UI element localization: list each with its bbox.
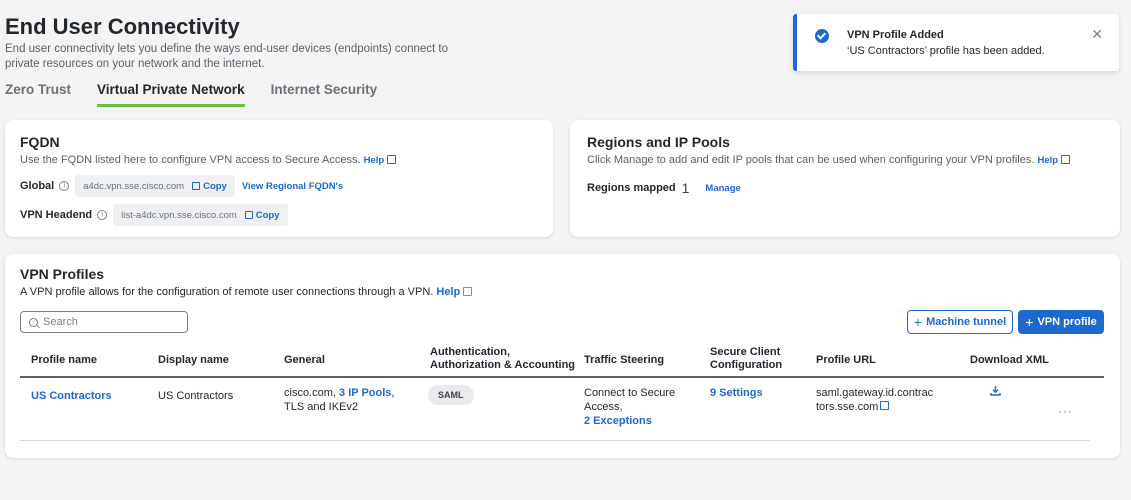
external-link-icon [387,155,397,164]
vpn-profiles-help-link[interactable]: Help [436,286,473,298]
toast-title: VPN Profile Added [847,29,944,41]
copy-url-icon[interactable] [880,401,890,410]
toast-message: ‘US Contractors’ profile has been added. [847,45,1045,57]
check-circle-icon [815,29,829,43]
column-header-download-xml[interactable]: Download XML [970,354,1049,367]
close-icon[interactable]: ✕ [1091,26,1103,43]
regions-title: Regions and IP Pools [587,134,730,150]
copy-headend-button[interactable]: Copy [244,210,280,221]
info-icon[interactable]: i [59,181,70,191]
copy-global-button[interactable]: Copy [192,181,227,192]
page-description: End user connectivity lets you define th… [5,43,448,70]
search-icon [29,317,38,327]
profile-url-cell: saml.gateway.id.contrac tors.sse.com [816,387,934,413]
page-title: End User Connectivity [5,14,240,39]
add-vpn-profile-button[interactable]: + VPN profile [1018,310,1104,334]
settings-link[interactable]: 9 Settings [710,387,763,399]
toast-notification: VPN Profile Added ‘US Contractors’ profi… [793,14,1119,71]
fqdn-card: FQDN Use the FQDN listed here to configu… [5,120,553,237]
copy-icon [192,182,201,190]
vpn-headend-value: list-a4dc.vpn.sse.cisco.com [121,209,237,221]
table-header-divider [20,376,1104,378]
exceptions-link[interactable]: 2 Exceptions [584,415,652,427]
global-fqdn-value: a4dc.vpn.sse.cisco.com [83,180,185,192]
info-icon[interactable]: i [97,210,108,220]
global-label: Global i [20,180,70,192]
tab-bar: Zero Trust Virtual Private Network Inter… [5,82,377,107]
plus-icon: + [913,314,923,330]
traffic-steering-cell: Connect to Secure Access, 2 Exceptions [584,387,676,427]
manage-link[interactable]: Manage [705,183,740,194]
column-header-profile-url[interactable]: Profile URL [816,354,876,367]
machine-tunnel-button[interactable]: + Machine tunnel [907,310,1013,334]
column-header-authentication[interactable]: Authentication, Authorization & Accounti… [430,346,575,372]
tab-internet-security[interactable]: Internet Security [271,82,378,107]
general-cell: cisco.com, 3 IP Pools, TLS and IKEv2 [284,387,395,413]
fqdn-title: FQDN [20,134,60,150]
regions-mapped-label: Regions mapped [587,182,676,194]
global-fqdn-row: Global i a4dc.vpn.sse.cisco.com Copy View… [20,175,343,197]
plus-icon: + [1025,314,1034,330]
profile-name-link[interactable]: US Contractors [31,390,112,402]
search-input[interactable] [43,316,183,328]
auth-cell: SAML [428,385,474,405]
column-header-traffic-steering[interactable]: Traffic Steering [584,354,664,367]
vpn-profiles-title: VPN Profiles [20,266,105,282]
download-icon[interactable] [990,386,1001,396]
copy-icon [244,211,253,219]
display-name-cell: US Contractors [158,390,234,402]
tab-virtual-private-network[interactable]: Virtual Private Network [97,82,245,107]
column-header-display-name[interactable]: Display name [158,354,229,367]
external-link-icon [1061,155,1071,164]
regions-description: Click Manage to add and edit IP pools th… [587,154,1071,166]
table-bottom-divider [20,440,1090,441]
saml-badge: SAML [428,385,474,405]
fqdn-description: Use the FQDN listed here to configure VP… [20,154,397,166]
vpn-headend-box: list-a4dc.vpn.sse.cisco.com Copy [113,204,288,226]
regions-mapped-row: Regions mapped 1 Manage [587,180,741,196]
vpn-headend-label: VPN Headend i [20,209,108,221]
ip-pools-link[interactable]: 3 IP Pools [339,387,391,399]
tab-zero-trust[interactable]: Zero Trust [5,82,71,107]
vpn-headend-row: VPN Headend i list-a4dc.vpn.sse.cisco.com… [20,204,288,226]
view-regional-fqdn-link[interactable]: View Regional FQDN's [242,181,343,192]
column-header-profile-name[interactable]: Profile name [31,354,97,367]
column-header-secure-client[interactable]: Secure Client Configuration [710,346,782,372]
regions-mapped-count: 1 [681,180,690,196]
regions-help-link[interactable]: Help [1037,155,1071,166]
vpn-profiles-description: A VPN profile allows for the configurati… [20,286,473,298]
global-fqdn-box: a4dc.vpn.sse.cisco.com Copy [75,175,235,197]
column-header-general[interactable]: General [284,354,325,367]
more-options-icon[interactable]: ··· [1058,404,1073,418]
search-field[interactable] [20,311,188,333]
fqdn-help-link[interactable]: Help [364,155,397,166]
regions-card: Regions and IP Pools Click Manage to add… [570,120,1120,237]
external-link-icon [463,287,473,296]
